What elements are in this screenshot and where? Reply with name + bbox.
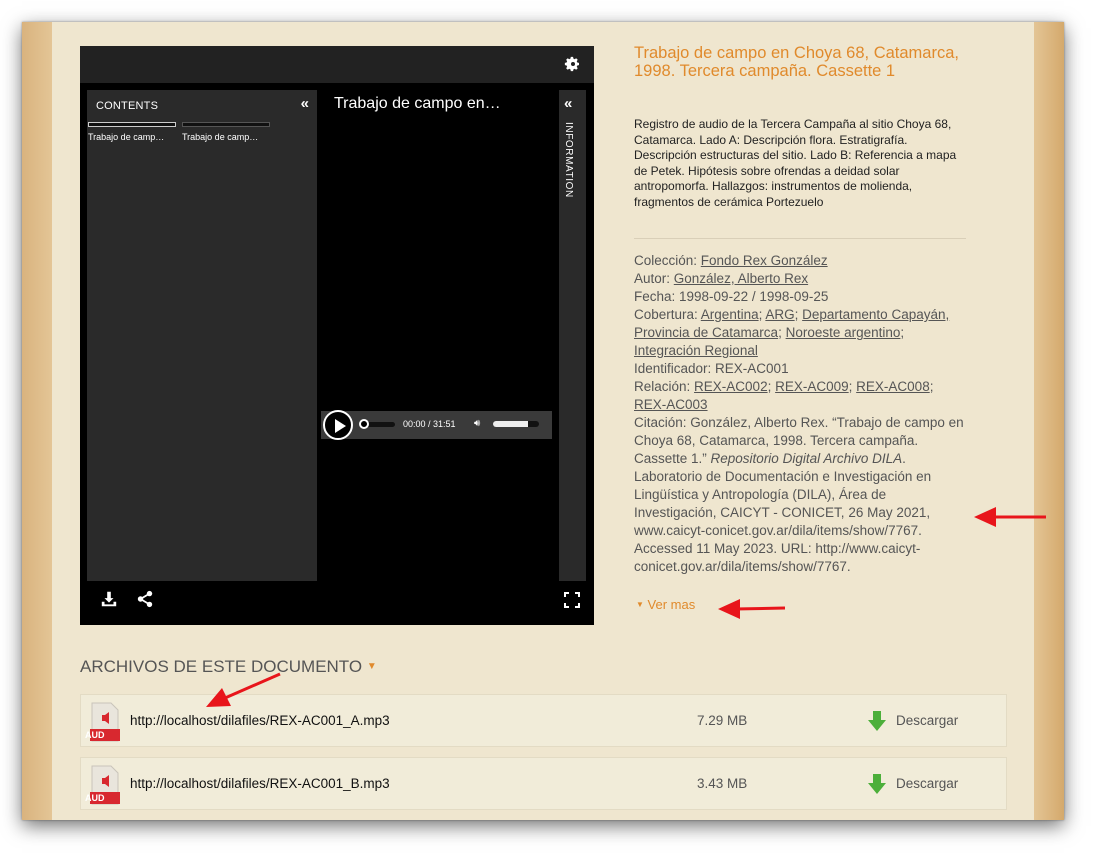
- separator: ;: [794, 307, 803, 322]
- chevron-down-icon: ▼: [366, 661, 377, 672]
- time-readout: 00:00 / 31:51: [403, 419, 456, 429]
- download-arrow-icon: [868, 774, 886, 794]
- files-section-title[interactable]: ARCHIVOS DE ESTE DOCUMENTO ▼: [80, 657, 377, 677]
- cobertura-link[interactable]: Argentina: [701, 307, 759, 322]
- metadata-block: Colección: Fondo Rex González Autor: Gon…: [634, 252, 966, 576]
- meta-fecha: Fecha: 1998-09-22 / 1998-09-25: [634, 289, 829, 304]
- meta-relacion: Relación: REX-AC002; REX-AC009; REX-AC00…: [634, 378, 966, 414]
- meta-identificador: Identificador: REX-AC001: [634, 361, 789, 376]
- separator: ;: [900, 325, 905, 340]
- gear-icon[interactable]: [564, 56, 580, 72]
- collapse-information-button[interactable]: «: [564, 95, 572, 112]
- contents-title: CONTENTS: [96, 100, 159, 112]
- volume-level: [493, 421, 528, 427]
- file-url[interactable]: http://localhost/dilafiles/REX-AC001_A.m…: [130, 713, 390, 728]
- share-icon[interactable]: [136, 590, 154, 608]
- meta-label: Colección:: [634, 253, 701, 268]
- play-icon[interactable]: [323, 410, 353, 440]
- file-row: AUD http://localhost/dilafiles/REX-AC001…: [80, 757, 1007, 810]
- chevron-down-icon: ▼: [636, 600, 644, 609]
- coleccion-link[interactable]: Fondo Rex González: [701, 253, 828, 268]
- information-panel: « INFORMATION: [559, 90, 586, 581]
- file-url[interactable]: http://localhost/dilafiles/REX-AC001_B.m…: [130, 776, 390, 791]
- relacion-link[interactable]: REX-AC008: [856, 379, 930, 394]
- thumbnail-2[interactable]: [182, 122, 270, 127]
- meta-autor: Autor: González, Alberto Rex: [634, 270, 966, 288]
- collapse-contents-button[interactable]: «: [301, 95, 309, 112]
- volume-slider[interactable]: [493, 421, 539, 427]
- meta-citacion: Citación: González, Alberto Rex. “Trabaj…: [634, 414, 966, 576]
- citation-text-rest: . Laboratorio de Documentación e Investi…: [634, 451, 932, 574]
- divider: [634, 238, 966, 239]
- file-size: 3.43 MB: [697, 776, 748, 791]
- meta-label: Citación:: [634, 415, 691, 430]
- download-icon[interactable]: [100, 590, 118, 608]
- volume-icon[interactable]: 🔊︎: [474, 418, 480, 429]
- cobertura-link[interactable]: Noroeste argentino: [786, 325, 901, 340]
- file-type-badge: AUD: [85, 793, 105, 803]
- viewer-header: [80, 46, 594, 83]
- relacion-link[interactable]: REX-AC002: [694, 379, 768, 394]
- contents-panel: CONTENTS « Trabajo de camp… Trabajo de c…: [87, 90, 317, 581]
- viewer-footer: [80, 586, 594, 625]
- relacion-link[interactable]: REX-AC009: [775, 379, 849, 394]
- separator: ;: [767, 379, 776, 394]
- fullscreen-icon[interactable]: [564, 592, 580, 608]
- download-label: Descargar: [896, 713, 959, 728]
- separator: ;: [778, 325, 786, 340]
- citation-italic: Repositorio Digital Archivo DILA: [710, 451, 903, 466]
- meta-label: Relación:: [634, 379, 695, 394]
- file-row: AUD http://localhost/dilafiles/REX-AC001…: [80, 694, 1007, 747]
- ver-mas-label: Ver mas: [647, 597, 696, 612]
- meta-label: Autor:: [634, 271, 674, 286]
- meta-cobertura: Cobertura: Argentina; ARG; Departamento …: [634, 306, 966, 360]
- ver-mas-link[interactable]: ▼ Ver mas: [636, 597, 695, 612]
- thumbnail-1-label[interactable]: Trabajo de camp…: [88, 132, 164, 142]
- download-arrow-icon: [868, 711, 886, 731]
- download-label: Descargar: [896, 776, 959, 791]
- cobertura-link[interactable]: Integración Regional: [634, 343, 758, 358]
- audio-player: 00:00 / 31:51 🔊︎: [321, 410, 552, 440]
- file-type-badge: AUD: [85, 730, 105, 740]
- meta-label: Cobertura:: [634, 307, 701, 322]
- cobertura-link[interactable]: ARG: [765, 307, 794, 322]
- document-description: Registro de audio de la Tercera Campaña …: [634, 117, 957, 209]
- relacion-link[interactable]: REX-AC003: [634, 397, 708, 412]
- thumbnail-1[interactable]: [88, 122, 176, 127]
- viewer-title: Trabajo de campo en…: [334, 95, 501, 112]
- information-label[interactable]: INFORMATION: [563, 122, 574, 198]
- seek-handle[interactable]: [359, 419, 369, 429]
- document-title: Trabajo de campo en Choya 68, Catamarca,…: [634, 44, 959, 80]
- file-size: 7.29 MB: [697, 713, 748, 728]
- separator: ;: [929, 379, 934, 394]
- universal-viewer: CONTENTS « Trabajo de camp… Trabajo de c…: [80, 46, 594, 625]
- meta-coleccion: Colección: Fondo Rex González: [634, 252, 966, 270]
- files-title-text: ARCHIVOS DE ESTE DOCUMENTO: [80, 657, 363, 676]
- autor-link[interactable]: González, Alberto Rex: [674, 271, 808, 286]
- thumbnail-2-label[interactable]: Trabajo de camp…: [182, 132, 258, 142]
